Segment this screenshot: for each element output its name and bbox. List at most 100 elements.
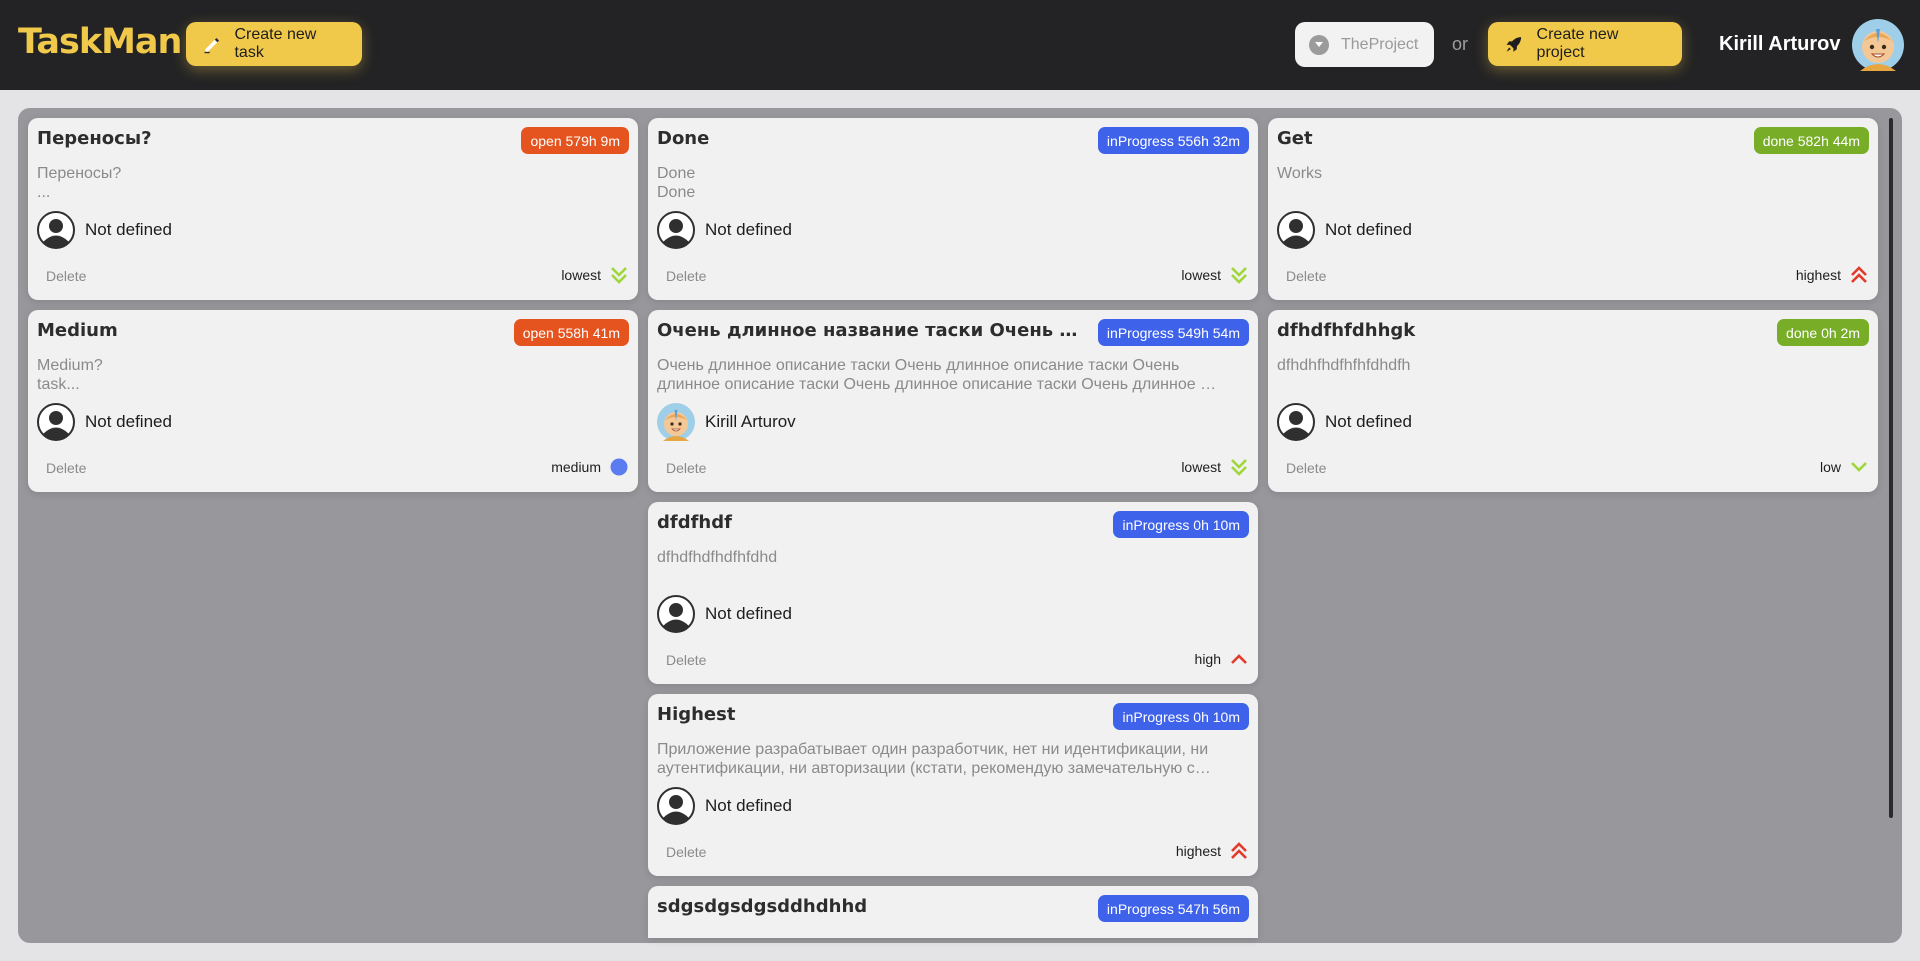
pencil-icon xyxy=(204,38,220,54)
description-line: Done xyxy=(657,184,696,201)
assignee-name: Not defined xyxy=(1325,412,1412,431)
description-line: Приложение разрабатывает один разработчи… xyxy=(657,741,1209,758)
description-line: Переносы? xyxy=(37,165,122,182)
rocket-icon xyxy=(1506,37,1522,52)
or-separator: or xyxy=(1452,34,1469,54)
status-badge: open 558h 41m xyxy=(513,319,629,346)
task-title: sdgsdgsdgsddhdhhd xyxy=(657,896,868,917)
assignee[interactable]: Not defined xyxy=(37,403,172,441)
project-select-value: TheProject xyxy=(1341,35,1419,53)
task-card[interactable]: dfhdfhfdhhgk done 0h 2m dfhdhfhdfhfhfdhd… xyxy=(1268,310,1878,492)
priority-label: lowest xyxy=(1181,459,1221,475)
priority-indicator[interactable]: lowest xyxy=(1181,265,1249,285)
chevron-down-icon xyxy=(1851,462,1867,472)
status-badge: done 582h 44m xyxy=(1753,127,1869,154)
create-project-label: Create new project xyxy=(1536,26,1619,61)
task-card[interactable]: Очень длинное название таски Очень длинн… xyxy=(648,310,1258,492)
task-card[interactable]: dfdfhdf inProgress 0h 10m dfhdfhdfhdfhfd… xyxy=(648,502,1258,684)
double-chevron-up-icon xyxy=(1851,266,1867,283)
assignee-name: Kirill Arturov xyxy=(705,412,796,431)
task-card[interactable]: sdgsdgsdgsddhdhhd inProgress 547h 56m xyxy=(648,886,1258,938)
delete-button[interactable]: Delete xyxy=(666,652,706,668)
task-description: Done Done xyxy=(657,164,1217,202)
priority-label: highest xyxy=(1795,267,1841,283)
task-card[interactable]: Highest inProgress 0h 10m Приложение раз… xyxy=(648,694,1258,876)
description-line: Works xyxy=(1277,165,1323,182)
default-user-icon xyxy=(1277,211,1315,249)
task-description: Medium? task... xyxy=(37,356,597,394)
priority-indicator[interactable]: high xyxy=(1195,649,1249,669)
status-badge: inProgress 0h 10m xyxy=(1113,511,1249,538)
task-card[interactable]: Medium open 558h 41m Medium? task... Not… xyxy=(28,310,638,492)
task-title: dfdfhdf xyxy=(657,512,732,533)
description-line: dfhdhfhdfhfhfdhdfh xyxy=(1277,357,1411,374)
status-badge: inProgress 547h 56m xyxy=(1097,895,1249,922)
create-task-label: Create new task xyxy=(234,26,317,61)
dot-icon xyxy=(610,458,628,476)
description-line: аутентификации, ни авторизации (кстати, … xyxy=(657,760,1217,777)
task-card[interactable]: Get done 582h 44m Works Not defined Dele… xyxy=(1268,118,1878,300)
chevron-up-icon xyxy=(1231,654,1247,664)
top-bar: TaskMan Create new task TheProject or Cr… xyxy=(0,0,1920,90)
assignee-name: Not defined xyxy=(705,220,792,239)
user-avatar[interactable] xyxy=(1852,19,1904,71)
board-scrollbar[interactable] xyxy=(1889,118,1893,818)
delete-button[interactable]: Delete xyxy=(666,460,706,476)
app-logo[interactable]: TaskMan xyxy=(18,22,182,62)
assignee-name: Not defined xyxy=(85,412,172,431)
task-title: Переносы? xyxy=(37,128,152,149)
project-select[interactable]: TheProject xyxy=(1295,22,1434,67)
task-title: dfhdfhfdhhgk xyxy=(1277,320,1416,341)
double-chevron-down-icon xyxy=(1231,267,1247,284)
description-line: Done xyxy=(657,165,696,182)
task-title: Medium xyxy=(37,320,118,341)
priority-indicator[interactable]: low xyxy=(1820,457,1869,477)
description-line: Medium? xyxy=(37,357,103,374)
user-name[interactable]: Kirill Arturov xyxy=(1719,33,1841,56)
create-project-button[interactable]: Create new project xyxy=(1488,22,1682,66)
priority-indicator[interactable]: highest xyxy=(1176,841,1249,861)
priority-indicator[interactable]: highest xyxy=(1796,265,1869,285)
task-description: dfhdfhdfhdfhfdhd xyxy=(657,548,1217,567)
assignee[interactable]: Not defined xyxy=(657,211,792,249)
assignee[interactable]: Kirill Arturov xyxy=(657,403,796,441)
priority-indicator[interactable]: lowest xyxy=(561,265,629,285)
default-user-icon xyxy=(657,595,695,633)
delete-button[interactable]: Delete xyxy=(666,268,706,284)
priority-label: lowest xyxy=(1181,267,1221,283)
priority-label: low xyxy=(1819,459,1841,475)
assignee-name: Not defined xyxy=(705,604,792,623)
assignee[interactable]: Not defined xyxy=(1277,403,1412,441)
description-line: ... xyxy=(37,184,51,201)
priority-indicator[interactable]: lowest xyxy=(1181,457,1249,477)
double-chevron-down-icon xyxy=(611,267,627,284)
assignee[interactable]: Not defined xyxy=(37,211,172,249)
task-card[interactable]: Done inProgress 556h 32m Done Done Not d… xyxy=(648,118,1258,300)
status-badge: inProgress 556h 32m xyxy=(1097,127,1249,154)
priority-indicator[interactable]: medium xyxy=(551,457,629,477)
priority-label: highest xyxy=(1175,843,1221,859)
assignee-name: Not defined xyxy=(705,796,792,815)
assignee-name: Not defined xyxy=(1325,220,1412,239)
task-description: dfhdhfhdfhfhfdhdfh xyxy=(1277,356,1837,375)
description-line: длинное описание таски Очень длинное опи… xyxy=(657,376,1217,393)
delete-button[interactable]: Delete xyxy=(1286,268,1326,284)
task-card[interactable]: Переносы? open 579h 9m Переносы? ... Not… xyxy=(28,118,638,300)
delete-button[interactable]: Delete xyxy=(46,460,86,476)
assignee[interactable]: Not defined xyxy=(1277,211,1412,249)
delete-button[interactable]: Delete xyxy=(46,268,86,284)
assignee[interactable]: Not defined xyxy=(657,787,792,825)
description-line: task... xyxy=(37,376,80,393)
delete-button[interactable]: Delete xyxy=(1286,460,1326,476)
task-description: Очень длинное описание таски Очень длинн… xyxy=(657,356,1217,394)
user-photo-avatar xyxy=(657,403,695,441)
create-task-button[interactable]: Create new task xyxy=(186,22,362,66)
task-title: Get xyxy=(1277,128,1313,149)
assignee[interactable]: Not defined xyxy=(657,595,792,633)
priority-label: medium xyxy=(551,459,601,475)
double-chevron-up-icon xyxy=(1231,842,1247,859)
status-badge: done 0h 2m xyxy=(1777,319,1869,346)
chevron-down-icon xyxy=(1309,34,1329,55)
delete-button[interactable]: Delete xyxy=(666,844,706,860)
default-user-icon xyxy=(1277,403,1315,441)
